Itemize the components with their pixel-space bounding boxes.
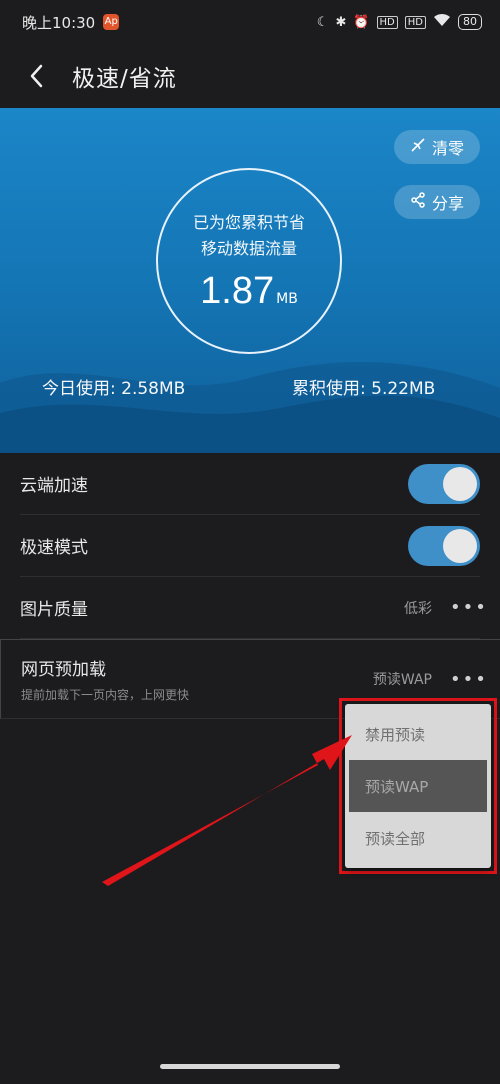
chevron-left-icon	[30, 64, 43, 88]
preload-subtitle: 提前加载下一页内容，上网更快	[21, 688, 190, 702]
preload-labels: 网页预加载 提前加载下一页内容，上网更快	[21, 655, 373, 703]
clear-label: 清零	[431, 139, 464, 158]
saved-value: 1.87	[200, 269, 275, 312]
savings-ring: 已为您累积节省 移动数据流量 1.87 MB	[156, 168, 342, 354]
settings-list: 云端加速 极速模式 图片质量 低彩 ••• 网页预加载 提前加载下一页内容，上网…	[0, 453, 500, 719]
signal-icon: HD	[376, 15, 398, 29]
more-icon[interactable]: •••	[450, 597, 486, 618]
alarm-icon: ⏰	[353, 14, 370, 30]
image-quality-row[interactable]: 图片质量 低彩 •••	[20, 577, 486, 639]
saved-caption-2: 移动数据流量	[200, 238, 297, 258]
status-bar: 晚上10:30 Ap ☾ ✱ ⏰ HD HD 80	[0, 0, 500, 44]
broom-icon	[410, 137, 426, 157]
cloud-accel-row: 云端加速	[20, 453, 480, 515]
image-quality-value: 低彩	[404, 600, 432, 617]
wifi-icon	[433, 13, 451, 31]
clear-button[interactable]: 清零	[394, 130, 480, 164]
share-button[interactable]: 分享	[394, 185, 480, 219]
speed-mode-row: 极速模式	[20, 515, 480, 577]
cloud-accel-toggle[interactable]	[408, 463, 480, 504]
status-time: 晚上10:30	[22, 13, 96, 32]
preload-options-menu: 禁用预读 预读WAP 预读全部	[345, 704, 491, 868]
speed-mode-label: 极速模式	[20, 538, 88, 558]
status-icons: ☾ ✱ ⏰ HD HD 80	[317, 13, 482, 31]
battery-icon: 80	[458, 14, 482, 30]
total-usage: 累积使用: 5.22MB	[292, 379, 436, 399]
image-quality-label: 图片质量	[20, 600, 88, 620]
preload-value: 预读WAP	[372, 672, 432, 688]
share-label: 分享	[431, 194, 464, 213]
home-indicator	[160, 1064, 340, 1069]
today-usage: 今日使用: 2.58MB	[42, 379, 186, 399]
saved-amount: 1.87 MB	[200, 270, 298, 313]
back-button[interactable]	[14, 54, 58, 98]
bluetooth-icon: ✱	[335, 14, 347, 30]
preload-label: 网页预加载	[21, 660, 106, 680]
data-savings-panel: 清零 分享 已为您累积节省 移动数据流量 1.87 MB 今日使用: 2.58M…	[0, 108, 500, 453]
saved-unit: MB	[276, 290, 298, 307]
speed-mode-toggle[interactable]	[408, 525, 480, 566]
menu-item-preload-wap[interactable]: 预读WAP	[349, 760, 487, 812]
more-icon[interactable]: •••	[450, 669, 486, 690]
moon-icon: ☾	[316, 14, 329, 30]
menu-item-preload-all[interactable]: 预读全部	[345, 812, 491, 864]
app-notification-icon: Ap	[103, 14, 120, 30]
title-bar: 极速/省流	[0, 44, 500, 108]
signal-icon-2: HD	[404, 15, 426, 29]
page-title: 极速/省流	[72, 66, 177, 92]
menu-item-disable-preload[interactable]: 禁用预读	[345, 708, 491, 760]
share-icon	[410, 192, 426, 212]
saved-caption-1: 已为您累积节省	[192, 212, 305, 232]
cloud-accel-label: 云端加速	[20, 476, 88, 496]
